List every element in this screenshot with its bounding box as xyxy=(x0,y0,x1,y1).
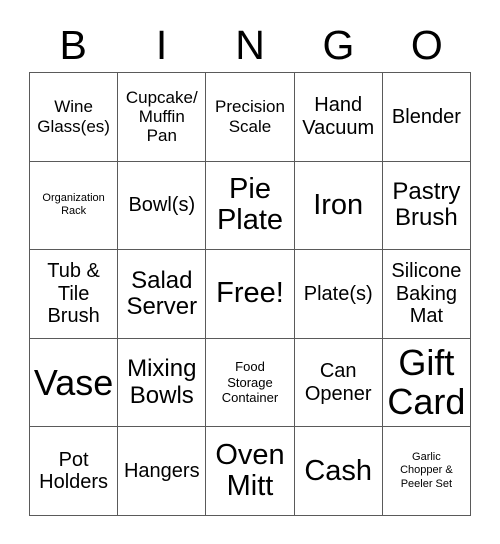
bingo-square[interactable]: Food Storage Container xyxy=(206,338,295,428)
bingo-square-label: Hangers xyxy=(123,459,200,482)
bingo-header-letter-n: N xyxy=(235,21,265,68)
bingo-square-label: Salad Server xyxy=(126,266,198,320)
bingo-square[interactable]: Wine Glass(es) xyxy=(30,73,119,162)
bingo-header-letter-g: G xyxy=(322,21,355,68)
bingo-square-label: Pie Plate xyxy=(216,173,284,237)
bingo-square-label: Cash xyxy=(304,454,373,487)
bingo-square-label: Food Storage Container xyxy=(221,359,279,406)
bingo-square[interactable]: Silicone Baking Mat xyxy=(382,250,471,339)
bingo-free-space[interactable]: Free! xyxy=(206,250,295,339)
bingo-square[interactable]: Hangers xyxy=(118,427,207,516)
bingo-square[interactable]: Iron xyxy=(294,161,383,251)
bingo-square[interactable]: Blender xyxy=(382,73,471,162)
bingo-square-label: Iron xyxy=(313,188,364,221)
bingo-square-label: Plate(s) xyxy=(303,282,373,305)
bingo-square-label: Cupcake/ Muffin Pan xyxy=(125,87,198,146)
bingo-square-label: Blender xyxy=(391,105,461,128)
bingo-square[interactable]: Bowl(s) xyxy=(118,161,207,251)
bingo-header-letter-i: I xyxy=(155,21,168,68)
bingo-square[interactable]: Oven Mitt xyxy=(206,427,295,516)
bingo-square[interactable]: Precision Scale xyxy=(206,73,295,162)
bingo-square[interactable]: Cupcake/ Muffin Pan xyxy=(118,73,207,162)
bingo-square[interactable]: Can Opener xyxy=(294,338,383,428)
bingo-square[interactable]: Salad Server xyxy=(118,250,207,339)
bingo-square-label: Oven Mitt xyxy=(215,438,285,503)
bingo-grid: Wine Glass(es) Cupcake/ Muffin Pan Precisi… xyxy=(29,72,471,516)
bingo-square-label: Mixing Bowls xyxy=(127,355,197,409)
bingo-header-letter-b: B xyxy=(59,21,87,68)
bingo-square-label: Garlic Chopper & Peeler Set xyxy=(400,451,453,490)
bingo-square[interactable]: Plate(s) xyxy=(294,250,383,339)
bingo-header-row: BINGO xyxy=(29,18,471,72)
bingo-square-label: Gift Card xyxy=(387,342,466,422)
bingo-square-label: Can Opener xyxy=(304,360,372,405)
bingo-square-label: Free! xyxy=(216,277,284,310)
bingo-square[interactable]: Gift Card xyxy=(382,338,471,428)
bingo-square[interactable]: Pie Plate xyxy=(206,161,295,251)
bingo-square[interactable]: Hand Vacuum xyxy=(294,73,383,162)
bingo-square-label: Pastry Brush xyxy=(392,178,461,232)
bingo-square-label: Wine Glass(es) xyxy=(37,97,110,136)
bingo-square[interactable]: Organization Rack xyxy=(30,161,119,251)
bingo-square-label: Precision Scale xyxy=(215,97,285,136)
bingo-square[interactable]: Pot Holders xyxy=(30,427,119,516)
bingo-square-label: Pot Holders xyxy=(39,448,109,494)
bingo-square-label: Bowl(s) xyxy=(128,194,196,217)
bingo-square-label: Hand Vacuum xyxy=(302,94,375,139)
bingo-square[interactable]: Tub & Tile Brush xyxy=(30,250,119,339)
bingo-square-label: Vase xyxy=(33,361,114,403)
bingo-header-letter-o: O xyxy=(410,21,443,68)
bingo-square[interactable]: Mixing Bowls xyxy=(118,338,207,428)
bingo-square-label: Organization Rack xyxy=(42,191,105,218)
bingo-square[interactable]: Vase xyxy=(30,338,119,428)
bingo-square[interactable]: Pastry Brush xyxy=(382,161,471,251)
bingo-square-label: Tub & Tile Brush xyxy=(47,260,100,328)
bingo-card: B I N G O Wine Glass(es) Cupcake/ Muffin Pan P… xyxy=(0,0,500,544)
bingo-square-label: Silicone Baking Mat xyxy=(391,260,462,328)
bingo-square[interactable]: Cash xyxy=(294,427,383,516)
bingo-square[interactable]: Garlic Chopper & Peeler Set xyxy=(382,427,471,516)
